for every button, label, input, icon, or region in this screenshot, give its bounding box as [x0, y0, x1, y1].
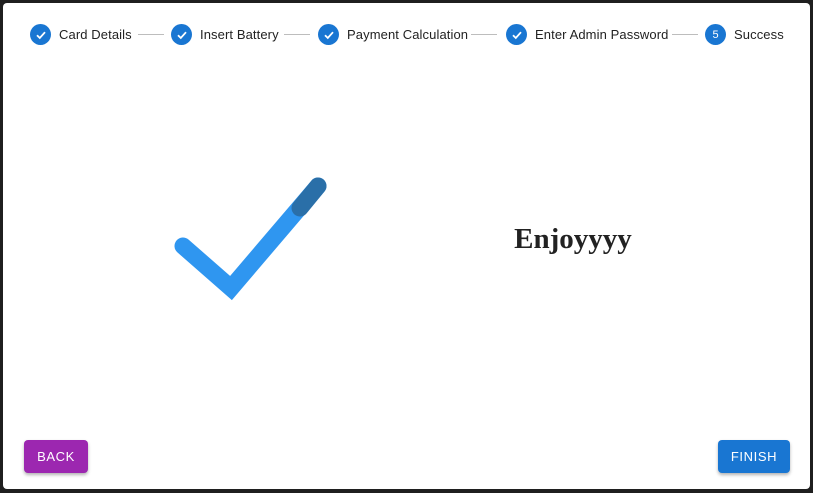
check-icon [318, 24, 339, 45]
step-label: Success [734, 27, 784, 42]
check-icon [30, 24, 51, 45]
step-label: Insert Battery [200, 27, 279, 42]
step-connector [672, 34, 698, 35]
step-enter-admin-password: Enter Admin Password [506, 21, 669, 48]
step-insert-battery: Insert Battery [171, 21, 279, 48]
step-label: Enter Admin Password [535, 27, 669, 42]
finish-button[interactable]: FINISH [718, 440, 790, 473]
step-success: 5 Success [705, 21, 784, 48]
step-label: Card Details [59, 27, 132, 42]
check-icon [171, 24, 192, 45]
step-connector [284, 34, 310, 35]
step-number: 5 [705, 24, 726, 45]
stepper: Card Details Insert Battery Payment Calc… [3, 21, 810, 48]
back-button[interactable]: BACK [24, 440, 88, 473]
checkout-dialog: Card Details Insert Battery Payment Calc… [3, 3, 810, 489]
step-connector [138, 34, 164, 35]
step-card-details: Card Details [30, 21, 132, 48]
check-icon [506, 24, 527, 45]
step-connector [471, 34, 497, 35]
success-check-icon [174, 177, 327, 301]
success-message: Enjoyyyy [514, 223, 632, 255]
step-label: Payment Calculation [347, 27, 469, 42]
step-payment-calculation: Payment Calculation [318, 21, 468, 48]
